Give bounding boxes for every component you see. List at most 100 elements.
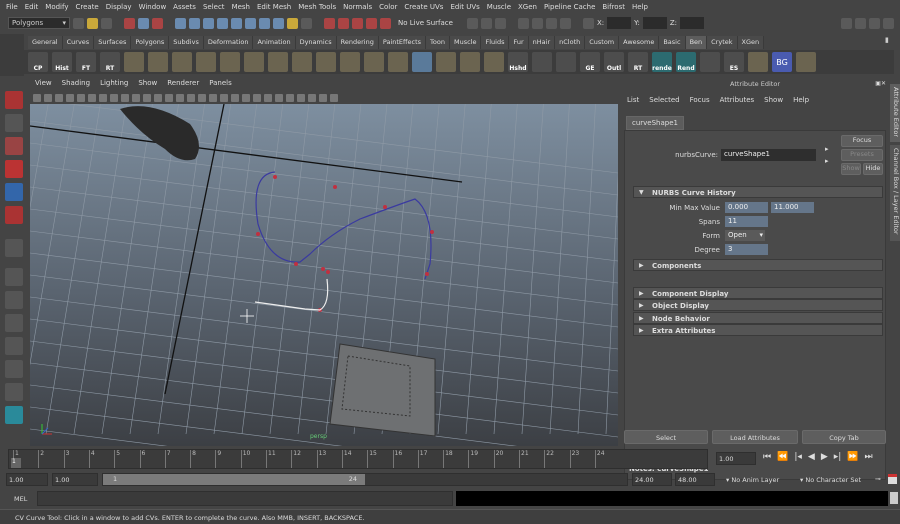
shelf-outl-button[interactable]: Outl (604, 52, 624, 72)
layout-icon[interactable] (5, 383, 23, 401)
shaded-icon[interactable] (209, 94, 217, 102)
ae-menu-help[interactable]: Help (793, 96, 809, 104)
go-to-start-icon[interactable]: ⏮ (763, 452, 771, 462)
insert-edge-loop-icon[interactable] (292, 52, 312, 72)
side-tab-channel-box[interactable]: Channel Box / Layer Editor (890, 145, 900, 241)
select-rendering-icon[interactable] (259, 17, 270, 29)
preferences-icon[interactable] (888, 474, 897, 484)
section-object-display[interactable]: ▶ Object Display (633, 299, 883, 311)
focus-button[interactable]: Focus (841, 135, 883, 147)
smooth-icon[interactable] (316, 52, 336, 72)
merge-icon[interactable] (340, 52, 360, 72)
use-all-lights-icon[interactable] (242, 94, 250, 102)
select-joints-icon[interactable] (189, 17, 200, 29)
z-field[interactable] (679, 17, 704, 29)
shelf-rend-button[interactable]: Rend (676, 52, 696, 72)
make-live-icon[interactable] (380, 17, 391, 29)
shadows-icon[interactable] (253, 94, 261, 102)
menu-bifrost[interactable]: Bifrost (602, 3, 625, 11)
new-scene-icon[interactable] (73, 17, 84, 29)
tab-ben[interactable]: Ben (685, 36, 708, 49)
ae-menu-focus[interactable]: Focus (690, 96, 710, 104)
bevel-icon[interactable] (244, 52, 264, 72)
highlight-selection-icon[interactable] (301, 17, 312, 29)
select-tool-icon[interactable] (5, 91, 23, 109)
render-view-icon[interactable] (517, 17, 529, 29)
paint-select-icon[interactable] (5, 137, 23, 155)
camera-attributes-icon[interactable] (44, 94, 52, 102)
isolate-select-icon[interactable] (297, 94, 305, 102)
lock-icon[interactable] (287, 17, 298, 29)
viewport-persp[interactable]: persp (30, 104, 618, 446)
menu-edit[interactable]: Edit (25, 3, 39, 11)
range-slider[interactable]: 1 24 (102, 473, 628, 486)
tab-deformation[interactable]: Deformation (203, 36, 254, 49)
tab-general[interactable]: General (28, 36, 63, 49)
shelf-rende-button[interactable]: rende (652, 52, 672, 72)
shelf-ge-button[interactable]: GE (580, 52, 600, 72)
mel-label[interactable]: MEL (14, 495, 27, 503)
step-back-frame-icon[interactable]: |◂ (794, 452, 802, 462)
tab-muscle[interactable]: Muscle (449, 36, 482, 49)
menu-mesh[interactable]: Mesh (232, 3, 250, 11)
tab-fur[interactable]: Fur (509, 36, 529, 49)
camera-icon[interactable] (33, 94, 41, 102)
tab-xgen[interactable]: XGen (737, 36, 765, 49)
menu-mesh-tools[interactable]: Mesh Tools (298, 3, 336, 11)
tab-painteffects[interactable]: PaintEffects (378, 36, 427, 49)
tab-dynamics[interactable]: Dynamics (295, 36, 337, 49)
ae-menu-attributes[interactable]: Attributes (720, 96, 755, 104)
attribute-editor-toggle-icon[interactable] (855, 17, 866, 29)
transform-icon[interactable] (700, 52, 720, 72)
current-frame-field[interactable]: 1.00 (716, 452, 756, 465)
side-by-side-icon[interactable] (5, 314, 23, 332)
film-gate-icon[interactable] (110, 94, 118, 102)
animation-start-field[interactable]: 1.00 (6, 473, 48, 486)
save-scene-icon[interactable] (101, 17, 112, 29)
section-nurbs-curve-history[interactable]: ▼ NURBS Curve History (633, 186, 883, 198)
field-chart-icon[interactable] (143, 94, 151, 102)
tab-custom[interactable]: Custom (585, 36, 620, 49)
close-icon[interactable]: ▣✕ (875, 80, 886, 87)
shelf-ft-button[interactable]: FT (76, 52, 96, 72)
wireframe-on-shaded-icon[interactable] (198, 94, 206, 102)
ipr-render-icon[interactable] (545, 17, 557, 29)
checker-icon[interactable] (532, 52, 552, 72)
tab-animation[interactable]: Animation (253, 36, 296, 49)
animation-end-field[interactable]: 48.00 (675, 473, 715, 486)
select-curves-icon[interactable] (203, 17, 214, 29)
viewport-menu-view[interactable]: View (35, 79, 52, 91)
xray-joints-icon[interactable] (319, 94, 327, 102)
input-ops-icon[interactable] (466, 17, 478, 29)
menu-modify[interactable]: Modify (45, 3, 68, 11)
four-pane-icon[interactable] (5, 291, 23, 309)
trash-icon[interactable]: ▮ (885, 36, 889, 44)
shelf-menu-button[interactable] (0, 34, 24, 76)
select-misc-icon[interactable] (273, 17, 284, 29)
persp-graph-icon[interactable] (5, 337, 23, 355)
shelf-es-button[interactable]: ES (724, 52, 744, 72)
maya-logo-icon[interactable] (5, 406, 23, 424)
tab-awesome[interactable]: Awesome (619, 36, 660, 49)
menu-file[interactable]: File (6, 3, 18, 11)
menu-muscle[interactable]: Muscle (487, 3, 511, 11)
node-name-field[interactable]: curveShape1 (721, 149, 816, 161)
select-deformations-icon[interactable] (231, 17, 242, 29)
select-component-icon[interactable] (152, 17, 163, 29)
2d-pan-zoom-icon[interactable] (77, 94, 85, 102)
ae-menu-selected[interactable]: Selected (649, 96, 679, 104)
tab-curves[interactable]: Curves (62, 36, 95, 49)
range-slider-handle[interactable]: 1 24 (103, 474, 365, 485)
menu-display[interactable]: Display (106, 3, 132, 11)
select-button[interactable]: Select (624, 430, 708, 444)
tab-nhair[interactable]: nHair (528, 36, 556, 49)
play-backward-icon[interactable]: ◀ (808, 452, 815, 462)
ae-tab-curveshape1[interactable]: curveShape1 (626, 116, 684, 130)
show-button[interactable]: Show (841, 163, 861, 175)
image-plane-icon[interactable] (66, 94, 74, 102)
tab-toon[interactable]: Toon (426, 36, 450, 49)
snap-grid-icon[interactable] (324, 17, 335, 29)
tab-ncloth[interactable]: nCloth (555, 36, 586, 49)
xray-icon[interactable] (308, 94, 316, 102)
menu-select[interactable]: Select (203, 3, 225, 11)
